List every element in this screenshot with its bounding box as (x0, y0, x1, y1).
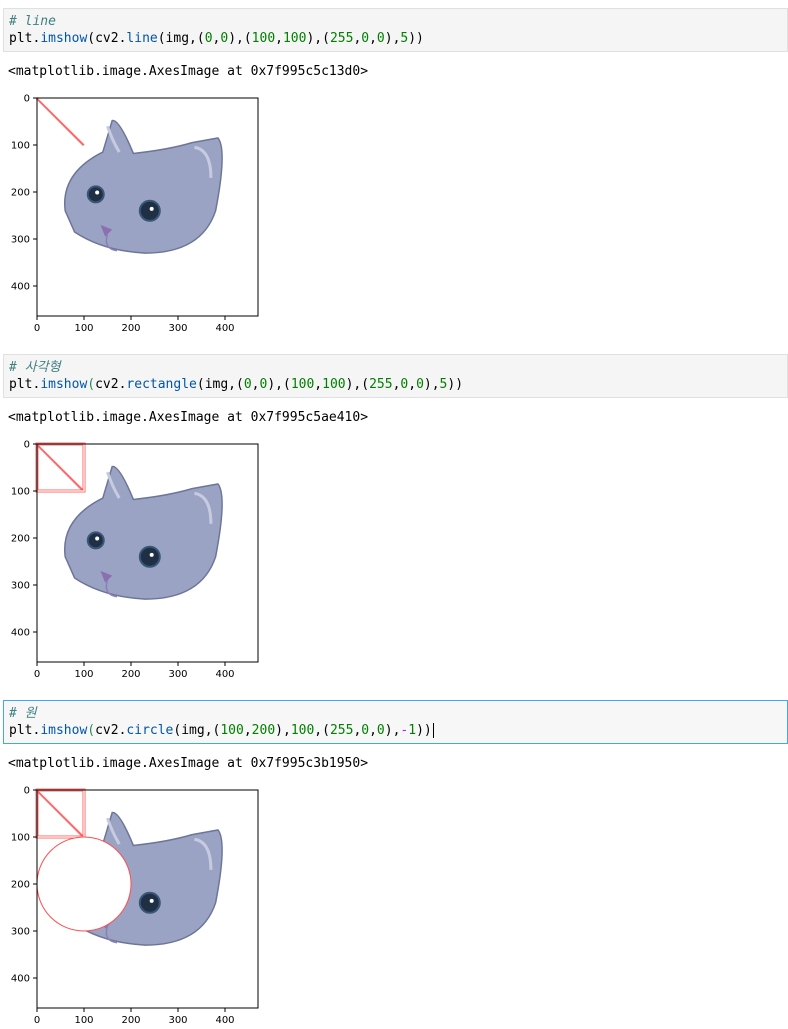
x-tick-label: 200 (121, 323, 140, 334)
y-tick-label: 0 (24, 94, 30, 105)
image-content (35, 442, 223, 600)
code-cell-2[interactable]: # 사각형 plt.imshow(cv2.rectangle(img,(0,0)… (3, 354, 788, 398)
x-tick-label: 0 (34, 669, 40, 680)
x-tick-label: 200 (121, 1015, 140, 1026)
x-tick-label: 200 (121, 669, 140, 680)
cat-eye (138, 891, 161, 914)
cat-eye (86, 185, 105, 204)
drawn-line (35, 442, 86, 493)
x-tick-label: 400 (215, 1015, 234, 1026)
eye-glint (149, 206, 154, 211)
image-plot: 0 100 200 300 400 0 100 200 300 400 (0, 782, 270, 1026)
cat-eye (86, 531, 105, 550)
x-tick-label: 400 (215, 323, 234, 334)
output-text: <matplotlib.image.AxesImage at 0x7f995c5… (8, 410, 369, 425)
x-tick-label: 300 (168, 669, 187, 680)
x-tick-label: 0 (34, 323, 40, 334)
image-content (35, 96, 223, 254)
y-tick-label: 100 (11, 833, 30, 844)
drawn-line (35, 96, 86, 147)
x-tick-label: 100 (74, 1015, 93, 1026)
code-statement: plt.imshow(cv2.rectangle(img,(0,0),(100,… (9, 377, 464, 392)
drawn-line-inner (37, 97, 86, 145)
code-statement: plt.imshow(cv2.circle(img,(100,200),100,… (9, 723, 434, 738)
image-plot: 0 100 200 300 400 0 100 200 300 400 (0, 436, 270, 680)
drawn-line-inner (37, 443, 86, 491)
code-comment: # line (9, 14, 56, 29)
y-tick-label: 400 (11, 282, 30, 293)
eye-glint (149, 552, 154, 557)
image-plot: 0 100 200 300 400 0 100 200 300 400 (0, 90, 270, 334)
x-tick-label: 400 (215, 669, 234, 680)
drawn-circle (36, 836, 132, 932)
drawn-line (35, 788, 86, 839)
output-text: <matplotlib.image.AxesImage at 0x7f995c5… (8, 64, 369, 79)
code-cell-3[interactable]: # 원 plt.imshow(cv2.circle(img,(100,200),… (3, 700, 788, 744)
code-statement: plt.imshow(cv2.line(img,(0,0),(100,100),… (9, 31, 424, 46)
y-tick-label: 300 (11, 927, 30, 938)
cat-eye (138, 545, 161, 568)
eye-glint (149, 898, 154, 903)
y-tick-label: 100 (11, 141, 30, 152)
code-comment: # 원 (9, 706, 37, 721)
cat-eye (138, 199, 161, 222)
y-tick-label: 200 (11, 880, 30, 891)
image-content (35, 788, 223, 946)
x-tick-label: 300 (168, 323, 187, 334)
output-text: <matplotlib.image.AxesImage at 0x7f995c3… (8, 756, 369, 771)
cat-head (63, 465, 223, 600)
y-tick-label: 300 (11, 235, 30, 246)
drawn-line-inner (37, 789, 86, 837)
eye-glint (95, 536, 100, 541)
x-tick-label: 300 (168, 1015, 187, 1026)
x-tick-label: 0 (34, 1015, 40, 1026)
y-tick-label: 200 (11, 534, 30, 545)
y-tick-label: 400 (11, 974, 30, 985)
y-tick-label: 100 (11, 487, 30, 498)
plot-svg: 0 100 200 300 400 0 100 200 300 400 (11, 786, 259, 1026)
cat-head (63, 119, 223, 254)
y-tick-label: 300 (11, 581, 30, 592)
code-cell-1[interactable]: # line plt.imshow(cv2.line(img,(0,0),(10… (3, 8, 788, 52)
y-tick-label: 0 (24, 786, 30, 797)
y-tick-label: 0 (24, 440, 30, 451)
plot-svg: 0 100 200 300 400 0 100 200 300 400 (11, 94, 259, 334)
code-comment: # 사각형 (9, 360, 61, 375)
y-tick-label: 400 (11, 628, 30, 639)
y-tick-label: 200 (11, 188, 30, 199)
text-cursor (432, 723, 434, 738)
plot-svg: 0 100 200 300 400 0 100 200 300 400 (11, 440, 259, 680)
x-tick-label: 100 (74, 323, 93, 334)
eye-glint (95, 190, 100, 195)
x-tick-label: 100 (74, 669, 93, 680)
